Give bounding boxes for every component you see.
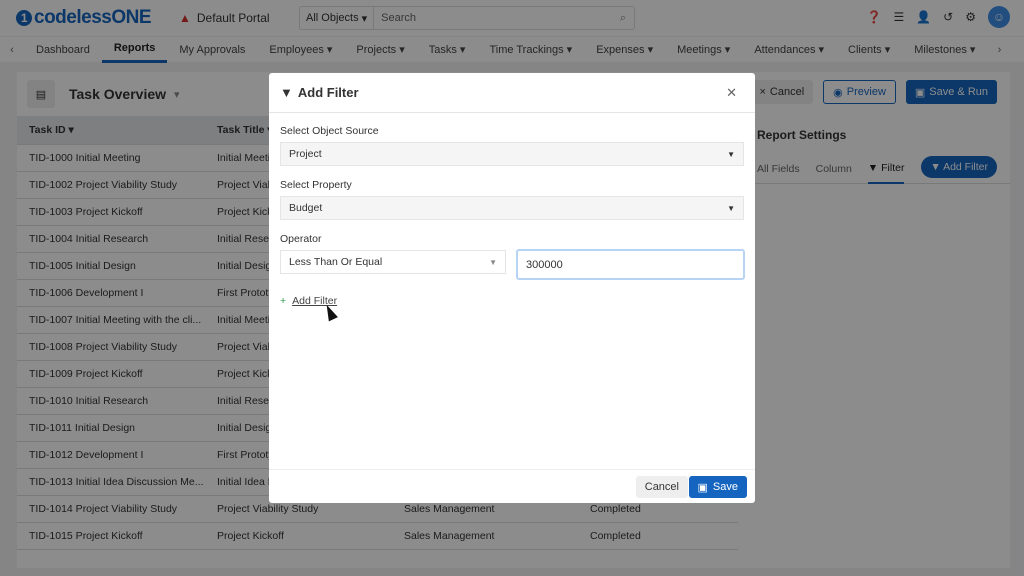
caret-down-icon: ▼ [727, 149, 735, 159]
dialog-save-button[interactable]: ▣ Save [688, 476, 747, 498]
operator-label: Operator [280, 233, 322, 245]
property-select[interactable]: Budget ▼ [280, 196, 744, 220]
add-filter-dialog: ▼ Add Filter ✕ Select Object Source Projec… [269, 73, 755, 503]
filter-icon: ▼ [280, 85, 293, 100]
plus-icon: + [280, 295, 287, 307]
object-source-select[interactable]: Project ▼ [280, 142, 744, 166]
property-label: Select Property [280, 179, 352, 191]
source-label: Select Object Source [280, 125, 379, 137]
dialog-title: Add Filter [297, 85, 359, 100]
value-input[interactable]: 300000 [516, 249, 745, 280]
caret-down-icon: ▼ [727, 203, 735, 213]
operator-select[interactable]: Less Than Or Equal ▼ [280, 250, 506, 274]
dialog-cancel-button[interactable]: Cancel [635, 476, 688, 498]
save-icon: ▣ [697, 481, 708, 494]
close-icon[interactable]: ✕ [726, 85, 737, 101]
caret-down-icon: ▼ [489, 257, 497, 267]
